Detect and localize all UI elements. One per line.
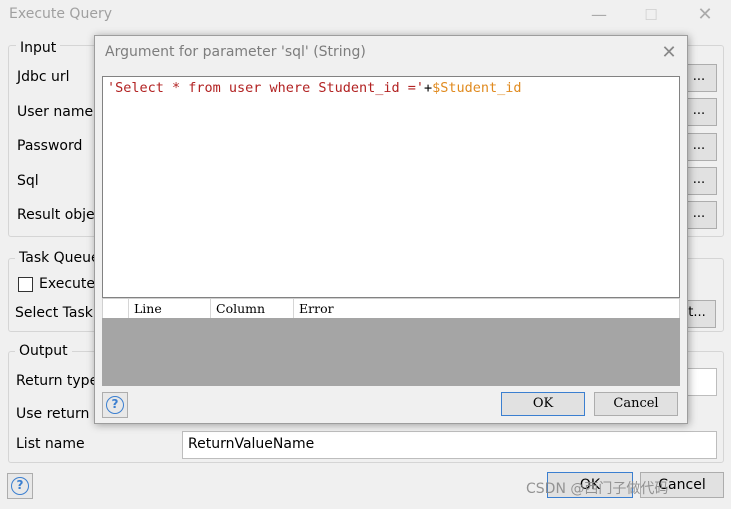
input-legend: Input [16, 40, 61, 56]
sql-concat-operator: + [423, 80, 433, 96]
return-type-label: Return type [16, 373, 99, 389]
jdbc-url-label: Jdbc url [17, 69, 70, 85]
help-button[interactable]: ? [7, 473, 33, 499]
help-icon: ? [11, 477, 29, 495]
close-icon[interactable]: ✕ [694, 4, 716, 26]
use-return-value-label: Use return v [16, 406, 103, 422]
select-task-label: Select Task [15, 305, 93, 321]
list-name-input[interactable]: ReturnValueName [182, 431, 717, 459]
task-queue-legend: Task Queue [15, 250, 104, 266]
watermark: CSDN @西门子做代码 [526, 481, 669, 497]
execute-checkbox-label: Execute [39, 276, 95, 292]
error-header-error[interactable]: Error [294, 299, 680, 318]
return-type-select[interactable] [683, 368, 717, 396]
window-title: Execute Query [9, 6, 112, 22]
sql-label: Sql [17, 173, 39, 189]
user-name-label: User name [17, 104, 94, 120]
sql-editor[interactable]: 'Select * from user where Student_id ='+… [102, 76, 680, 298]
maximize-icon[interactable]: ☐ [640, 4, 662, 26]
password-label: Password [17, 138, 83, 154]
dialog-help-button[interactable]: ? [102, 392, 128, 418]
error-header-column[interactable]: Column [211, 299, 294, 318]
error-table-header: Line Column Error [102, 298, 680, 318]
minimize-icon[interactable]: — [588, 4, 610, 26]
result-object-label: Result objec [17, 207, 103, 223]
dialog-title: Argument for parameter 'sql' (String) [105, 44, 366, 60]
dialog-close-icon[interactable]: ✕ [660, 42, 678, 63]
dialog-ok-button[interactable]: OK [501, 392, 585, 416]
error-table-body [102, 318, 680, 386]
output-legend: Output [15, 343, 72, 359]
error-header-line[interactable]: Line [129, 299, 211, 318]
dialog-cancel-button[interactable]: Cancel [594, 392, 678, 416]
sql-variable: $Student_id [432, 80, 522, 96]
sql-argument-dialog: Argument for parameter 'sql' (String) ✕ … [94, 35, 688, 424]
list-name-label: List name [16, 436, 85, 452]
dialog-help-icon: ? [106, 396, 124, 414]
sql-string-literal: 'Select * from user where Student_id =' [107, 80, 424, 96]
execute-checkbox[interactable] [18, 277, 33, 292]
window-title-bar: Execute Query — ☐ ✕ [0, 0, 731, 30]
error-header-blank [103, 299, 129, 318]
